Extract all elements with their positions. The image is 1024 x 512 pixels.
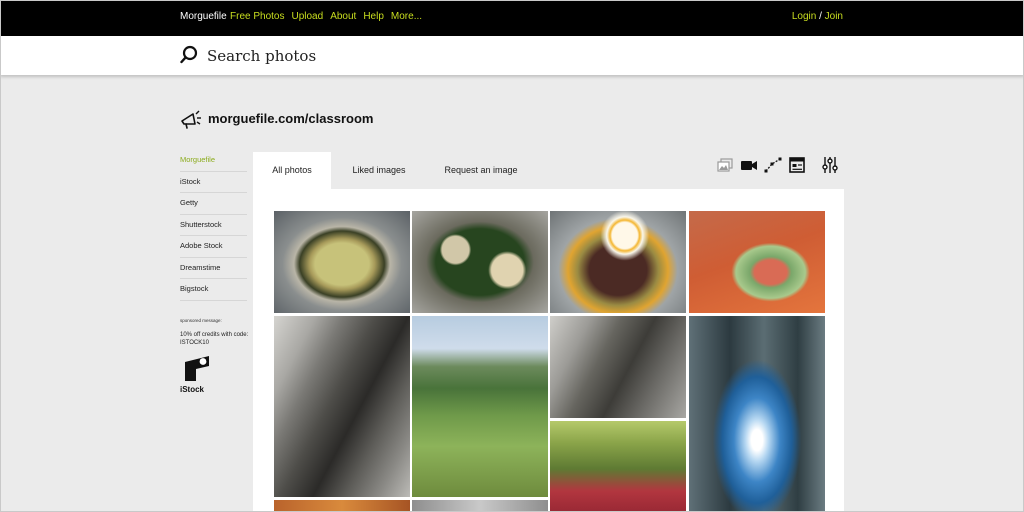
istock-logo-label[interactable]: iStock xyxy=(180,385,204,394)
photo-thumbnail[interactable] xyxy=(550,211,686,313)
sidebar-item-adobe-stock[interactable]: Adobe Stock xyxy=(180,236,247,258)
photo-thumbnail[interactable] xyxy=(274,211,410,313)
sidebar-item-dreamstime[interactable]: Dreamstime xyxy=(180,258,247,279)
photo-thumbnail[interactable] xyxy=(689,211,825,313)
media-type-toolbar xyxy=(716,156,845,174)
tab-all-photos[interactable]: All photos xyxy=(253,152,331,189)
nav-link-help[interactable]: Help xyxy=(363,11,384,22)
sponsored-label: sponsored message: xyxy=(180,318,222,323)
photo-thumbnail[interactable] xyxy=(274,316,410,497)
sidebar-item-bigstock[interactable]: Bigstock xyxy=(180,279,247,301)
join-link[interactable]: Join xyxy=(825,11,843,22)
nav-links: Free Photos Upload About Help More... xyxy=(230,11,422,22)
images-icon[interactable] xyxy=(716,156,734,174)
photo-thumbnail[interactable] xyxy=(412,500,548,512)
search-input[interactable] xyxy=(207,45,707,67)
sidebar-item-morguefile[interactable]: Morguefile xyxy=(180,150,247,172)
vector-icon[interactable] xyxy=(764,156,782,174)
istock-logo-icon[interactable] xyxy=(182,354,212,384)
photo-thumbnail[interactable] xyxy=(550,421,686,512)
photo-grid xyxy=(274,211,825,512)
search-icon[interactable] xyxy=(180,45,198,65)
sponsor-message: 10% off credits with code: ISTOCK10 xyxy=(180,332,249,346)
sidebar-item-shutterstock[interactable]: Shutterstock xyxy=(180,215,247,236)
photo-thumbnail[interactable] xyxy=(412,316,548,497)
auth-separator: / xyxy=(819,11,822,22)
tab-liked-images[interactable]: Liked images xyxy=(331,152,427,189)
filter-sliders-icon[interactable] xyxy=(821,156,839,174)
nav-link-about[interactable]: About xyxy=(330,11,356,22)
tab-request-an-image[interactable]: Request an image xyxy=(427,152,535,189)
sidebar-item-getty[interactable]: Getty xyxy=(180,193,247,215)
megaphone-icon xyxy=(181,110,201,129)
nav-link-more[interactable]: More... xyxy=(391,11,422,22)
nav-link-upload[interactable]: Upload xyxy=(291,11,323,22)
top-nav-bar: Morguefile Free Photos Upload About Help… xyxy=(0,0,1024,36)
photo-thumbnail[interactable] xyxy=(689,316,825,512)
photo-thumbnail[interactable] xyxy=(550,316,686,418)
login-link[interactable]: Login xyxy=(792,11,816,22)
photo-tabs: All photos Liked images Request an image xyxy=(253,152,535,189)
nav-link-free-photos[interactable]: Free Photos xyxy=(230,11,284,22)
search-bar xyxy=(0,36,1024,75)
auth-links: Login / Join xyxy=(792,11,843,22)
stock-sources-sidebar: Morguefile iStock Getty Shutterstock Ado… xyxy=(180,150,247,301)
template-icon[interactable] xyxy=(788,156,806,174)
video-icon[interactable] xyxy=(740,156,758,174)
photo-thumbnail[interactable] xyxy=(274,500,410,512)
page-title: morguefile.com/classroom xyxy=(208,111,374,126)
sidebar-item-istock[interactable]: iStock xyxy=(180,172,247,193)
brand-logo-link[interactable]: Morguefile xyxy=(180,11,227,22)
photo-thumbnail[interactable] xyxy=(412,211,548,313)
